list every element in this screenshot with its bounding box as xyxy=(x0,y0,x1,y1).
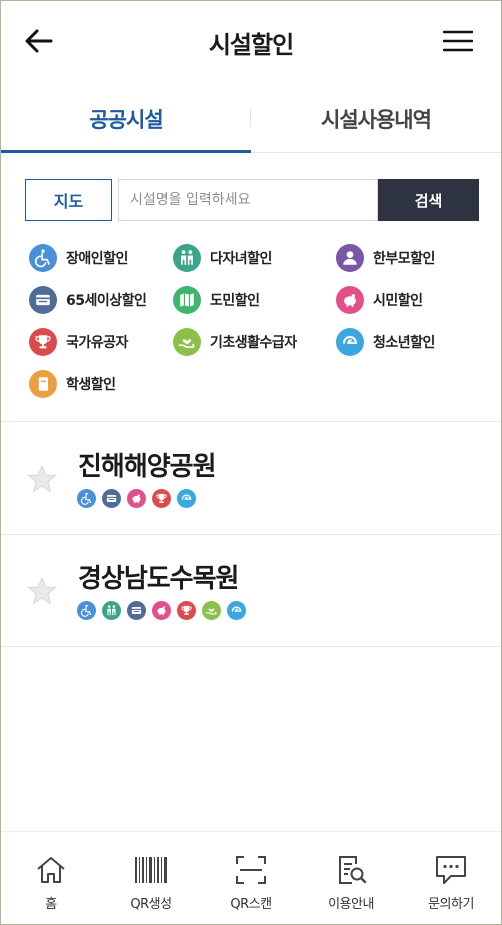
legend-item-student: 학생할인 xyxy=(29,370,116,398)
search-input[interactable] xyxy=(118,179,378,221)
card-icon xyxy=(127,601,146,620)
favorite-star-button[interactable] xyxy=(27,576,57,606)
chat-icon xyxy=(436,856,466,884)
legend-item-disabled: 장애인할인 xyxy=(29,244,128,272)
family-icon xyxy=(102,601,121,620)
scan-icon xyxy=(236,856,266,884)
facility-row: 진해해양공원 xyxy=(1,422,501,534)
legend-item-patriot: 국가유공자 xyxy=(29,328,128,356)
nav-label: QR생성 xyxy=(130,897,172,912)
swirl-icon xyxy=(336,328,364,356)
card-icon xyxy=(29,286,57,314)
nav-qr-scan[interactable]: QR스캔 xyxy=(201,832,301,925)
piggybank-icon xyxy=(336,286,364,314)
map-button[interactable]: 지도 xyxy=(25,179,112,221)
notebook-icon xyxy=(29,370,57,398)
discount-badges xyxy=(77,601,252,620)
guide-icon xyxy=(339,856,367,884)
header: 시설할인 xyxy=(1,1,501,83)
nav-label: 홈 xyxy=(45,897,57,912)
legend-item-singleparent: 한부모할인 xyxy=(336,244,435,272)
legend-item-province: 도민할인 xyxy=(173,286,260,314)
search-row: 지도 검색 xyxy=(25,179,479,221)
wheelchair-icon xyxy=(77,489,96,508)
legend-item-citizen: 시민할인 xyxy=(336,286,423,314)
facility-row: 경상남도수목원 xyxy=(1,534,501,646)
legend-label: 시민할인 xyxy=(373,293,423,309)
back-button[interactable] xyxy=(23,27,55,55)
heart-hand-icon xyxy=(173,328,201,356)
divider xyxy=(1,646,501,647)
trophy-icon xyxy=(177,601,196,620)
home-icon xyxy=(37,857,65,883)
swirl-icon xyxy=(177,489,196,508)
legend-item-welfare: 기초생활수급자 xyxy=(173,328,297,356)
legend-item-multichild: 다자녀할인 xyxy=(173,244,272,272)
legend-item-senior: 65세이상할인 xyxy=(29,286,147,314)
legend-label: 65세이상할인 xyxy=(66,293,147,309)
piggybank-icon xyxy=(152,601,171,620)
nav-label: 이용안내 xyxy=(328,897,374,912)
nav-home[interactable]: 홈 xyxy=(1,832,101,925)
discount-badges xyxy=(77,489,202,508)
bottom-navigation: 홈 QR생성 QR스캔 이용안내 문의하기 xyxy=(1,831,501,925)
legend-item-youth: 청소년할인 xyxy=(336,328,435,356)
card-icon xyxy=(102,489,121,508)
tab-usage-history[interactable]: 시설사용내역 xyxy=(251,85,501,152)
tab-public-facilities[interactable]: 공공시설 xyxy=(1,85,251,153)
legend-label: 청소년할인 xyxy=(373,335,435,351)
piggybank-icon xyxy=(127,489,146,508)
wheelchair-icon xyxy=(29,244,57,272)
nav-inquiry[interactable]: 문의하기 xyxy=(401,832,501,925)
nav-label: 문의하기 xyxy=(428,897,474,912)
heart-hand-icon xyxy=(202,601,221,620)
wheelchair-icon xyxy=(77,601,96,620)
person-icon xyxy=(336,244,364,272)
hamburger-icon xyxy=(442,30,474,52)
trophy-icon xyxy=(152,489,171,508)
favorite-star-button[interactable] xyxy=(27,464,57,494)
facility-name[interactable]: 경상남도수목원 xyxy=(78,558,239,595)
swirl-icon xyxy=(227,601,246,620)
nav-qr-create[interactable]: QR생성 xyxy=(101,832,201,925)
facility-name[interactable]: 진해해양공원 xyxy=(78,446,217,483)
arrow-left-icon xyxy=(25,29,53,53)
menu-button[interactable] xyxy=(442,29,474,53)
search-button[interactable]: 검색 xyxy=(378,179,479,221)
legend-label: 장애인할인 xyxy=(66,251,128,267)
barcode-icon xyxy=(135,857,167,883)
legend-label: 다자녀할인 xyxy=(210,251,272,267)
nav-label: QR스캔 xyxy=(230,897,272,912)
nav-guide[interactable]: 이용안내 xyxy=(301,832,401,925)
legend-label: 국가유공자 xyxy=(66,335,128,351)
star-icon xyxy=(27,464,57,493)
legend-label: 기초생활수급자 xyxy=(210,335,297,351)
family-icon xyxy=(173,244,201,272)
page-title: 시설할인 xyxy=(208,30,294,59)
legend-label: 도민할인 xyxy=(210,293,260,309)
trophy-icon xyxy=(29,328,57,356)
legend-label: 한부모할인 xyxy=(373,251,435,267)
map-icon xyxy=(173,286,201,314)
legend-label: 학생할인 xyxy=(66,377,116,393)
tab-bar: 공공시설 시설사용내역 xyxy=(1,85,501,153)
star-icon xyxy=(27,576,57,605)
